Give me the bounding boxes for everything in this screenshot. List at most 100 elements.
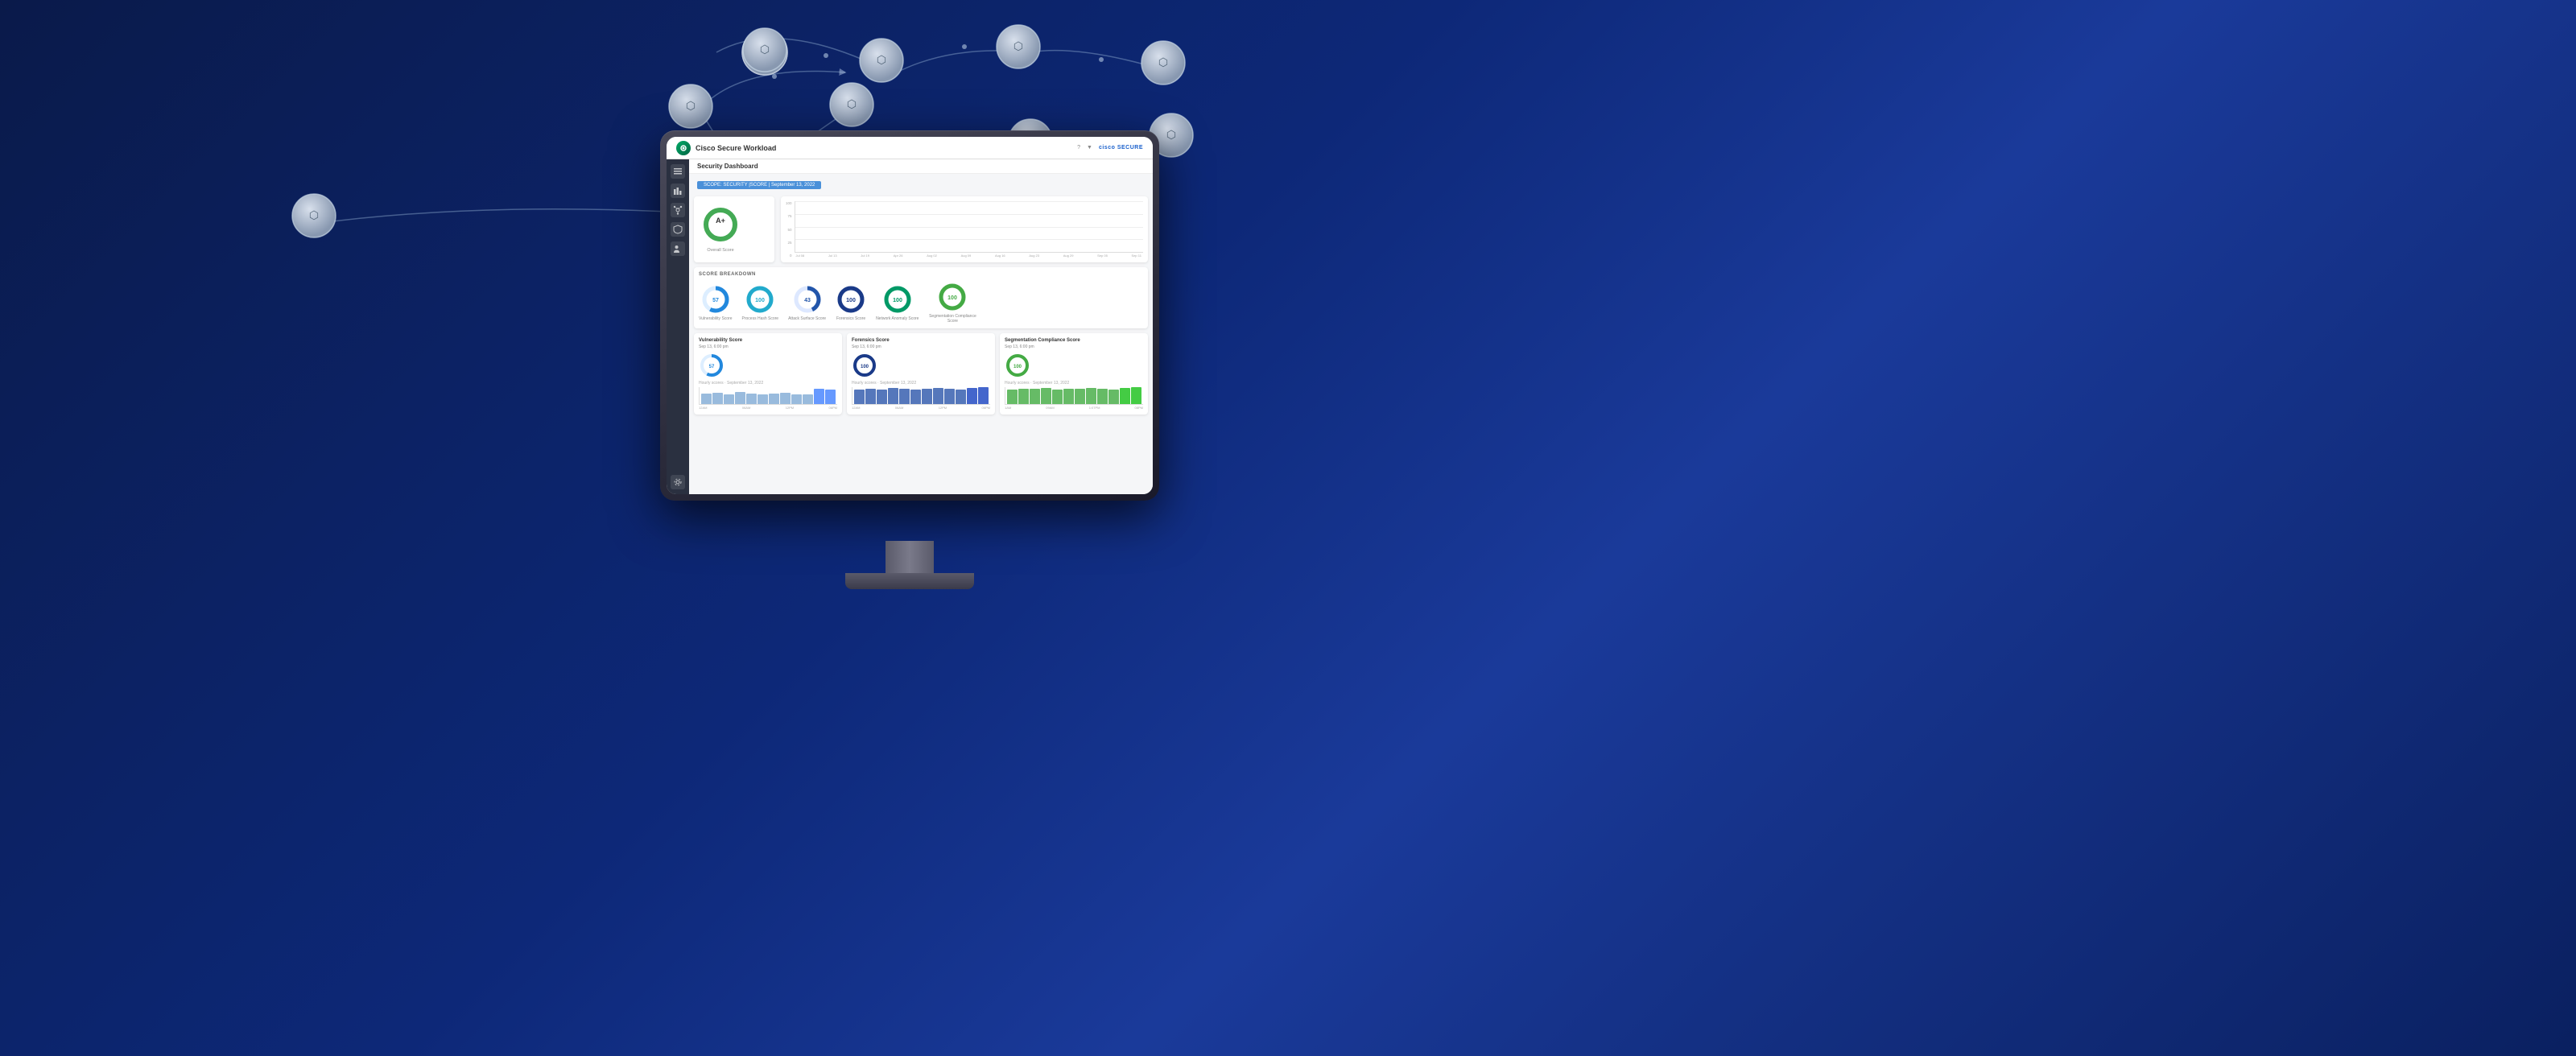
- stand-neck: [886, 541, 934, 573]
- sidebar-menu-icon[interactable]: [671, 164, 685, 179]
- network-background: ⬡ ⬡ ⬡ ⬡ ⬡ ⬡ ⬡ ⬡ ⬡ ⬡: [0, 0, 2576, 1056]
- x-label-5: Aug 02: [927, 254, 937, 258]
- breakdown-scores: 57 Vulnerability Score: [699, 282, 1143, 324]
- svg-text:⬡: ⬡: [686, 99, 696, 112]
- forensics-x-3: 12PM: [939, 406, 947, 410]
- forensics-x-4: 06PM: [982, 406, 990, 410]
- svg-text:100: 100: [755, 298, 765, 303]
- app-layout: Security Dashboard SCOPE: SECURITY |SCOR…: [667, 159, 1153, 494]
- vulnerability-donut: 57: [700, 284, 731, 315]
- x-label-7: Aug 16: [995, 254, 1005, 258]
- svg-text:⬡: ⬡: [847, 97, 857, 110]
- main-score-chart: 100 75 50 25 0: [781, 196, 1148, 262]
- attacksurface-label: Attack Surface Score: [788, 316, 826, 321]
- main-content: Security Dashboard SCOPE: SECURITY |SCOR…: [689, 159, 1153, 494]
- monitor: Cisco Secure Workload ? ▼ cisco SECURE: [660, 130, 1159, 549]
- dashboard-body: A+ Overall Score 100: [689, 193, 1153, 418]
- cisco-brand: cisco SECURE: [1099, 145, 1143, 151]
- forensics-card-donut: 100: [852, 353, 877, 378]
- sidebar: [667, 159, 689, 494]
- svg-text:100: 100: [861, 365, 869, 369]
- segmentation-donut: 100: [937, 282, 968, 312]
- monitor-stand: [845, 541, 974, 589]
- x-label-3: Jul 19: [861, 254, 869, 258]
- x-label-8: Aug 23: [1029, 254, 1039, 258]
- vulnerability-label: Vulnerability Score: [699, 316, 733, 321]
- overall-score-label: Overall Score: [707, 248, 733, 253]
- svg-text:100: 100: [846, 298, 856, 303]
- seg-x-4: 08PM: [1135, 406, 1143, 410]
- y-label-100: 100: [786, 201, 792, 205]
- x-label-1: Jul 08: [796, 254, 805, 258]
- attacksurface-donut: 43: [792, 284, 823, 315]
- breakdown-title: SCORE BREAKDOWN: [699, 272, 1143, 277]
- vuln-card-date: Sep 13, 6:00 pm: [699, 344, 837, 349]
- sidebar-users-icon[interactable]: [671, 241, 685, 256]
- score-item-processhash: 100 Process Hash Score: [742, 284, 779, 321]
- forensics-x-1: 12AM: [852, 406, 860, 410]
- y-label-25: 25: [786, 241, 792, 245]
- scope-bar[interactable]: SCOPE: SECURITY |SCORE | September 13, 2…: [697, 181, 821, 189]
- forensics-x-2: 06AM: [895, 406, 903, 410]
- seg-x-3: 1:07PM: [1089, 406, 1100, 410]
- svg-text:43: 43: [804, 298, 811, 303]
- score-item-attacksurface: 43 Attack Surface Score: [788, 284, 826, 321]
- main-bars: [795, 201, 1143, 252]
- vuln-card-title: Vulnerability Score: [699, 338, 837, 343]
- svg-text:⬡: ⬡: [760, 43, 770, 56]
- svg-text:100: 100: [948, 295, 958, 301]
- y-label-75: 75: [786, 214, 792, 218]
- forensics-mini-chart: [852, 387, 990, 405]
- vuln-mini-chart: [699, 387, 837, 405]
- detail-card-segmentation: Segmentation Compliance Score Sep 13, 6:…: [1000, 333, 1148, 415]
- user-icon[interactable]: ▼: [1087, 145, 1092, 151]
- y-label-0: 0: [786, 254, 792, 258]
- segmentation-card-title: Segmentation Compliance Score: [1005, 338, 1143, 343]
- score-item-forensics: 100 Forensics Score: [836, 284, 866, 321]
- app-header: Cisco Secure Workload ? ▼ cisco SECURE: [667, 137, 1153, 159]
- detail-cards: Vulnerability Score Sep 13, 6:00 pm 57: [694, 333, 1148, 415]
- svg-text:⬡: ⬡: [1166, 128, 1176, 141]
- monitor-screen: Cisco Secure Workload ? ▼ cisco SECURE: [667, 137, 1153, 494]
- x-label-9: Aug 29: [1063, 254, 1074, 258]
- help-icon[interactable]: ?: [1077, 145, 1080, 151]
- forensics-card-title: Forensics Score: [852, 338, 990, 343]
- page-header: Security Dashboard: [689, 159, 1153, 174]
- vuln-x-1: 12AM: [699, 406, 707, 410]
- processhash-donut: 100: [745, 284, 775, 315]
- x-label-11: Sep 11: [1132, 254, 1141, 258]
- sidebar-shield-icon[interactable]: [671, 222, 685, 237]
- processhash-label: Process Hash Score: [742, 316, 779, 321]
- x-label-10: Sep 05: [1097, 254, 1108, 258]
- score-item-networkanomaly: 100 Network Anomaly Score: [876, 284, 919, 321]
- sidebar-network-icon[interactable]: [671, 203, 685, 217]
- svg-text:⬡: ⬡: [1013, 39, 1023, 52]
- segmentation-card-donut: 100: [1005, 353, 1030, 378]
- score-section: A+ Overall Score 100: [694, 196, 1148, 262]
- app-title: Cisco Secure Workload: [696, 144, 776, 152]
- svg-text:⬡: ⬡: [1158, 56, 1168, 68]
- vuln-x-4: 06PM: [829, 406, 837, 410]
- svg-text:⬡: ⬡: [877, 53, 886, 66]
- stand-base: [845, 573, 974, 589]
- vuln-card-donut: 57: [699, 353, 724, 378]
- svg-text:100: 100: [893, 298, 902, 303]
- networkanomaly-donut: 100: [882, 284, 913, 315]
- segmentation-mini-chart: [1005, 387, 1143, 405]
- forensics-label: Forensics Score: [836, 316, 865, 321]
- score-item-vulnerability: 57 Vulnerability Score: [699, 284, 733, 321]
- x-label-2: Jul 13: [828, 254, 837, 258]
- svg-text:57: 57: [709, 365, 715, 369]
- svg-text:57: 57: [712, 298, 719, 303]
- sidebar-chart-icon[interactable]: [671, 184, 685, 198]
- score-breakdown: SCORE BREAKDOWN 57: [694, 267, 1148, 328]
- overall-score-value: A+: [716, 217, 725, 225]
- segmentation-hourly-label: Hourly scores · September 13, 2022: [1005, 381, 1143, 386]
- sidebar-settings-icon[interactable]: [671, 475, 685, 489]
- networkanomaly-label: Network Anomaly Score: [876, 316, 919, 321]
- vuln-x-3: 12PM: [786, 406, 794, 410]
- app-logo: [676, 141, 691, 155]
- vuln-x-2: 06AM: [742, 406, 750, 410]
- overall-score-card: A+ Overall Score: [694, 196, 774, 262]
- page-title: Security Dashboard: [697, 163, 758, 170]
